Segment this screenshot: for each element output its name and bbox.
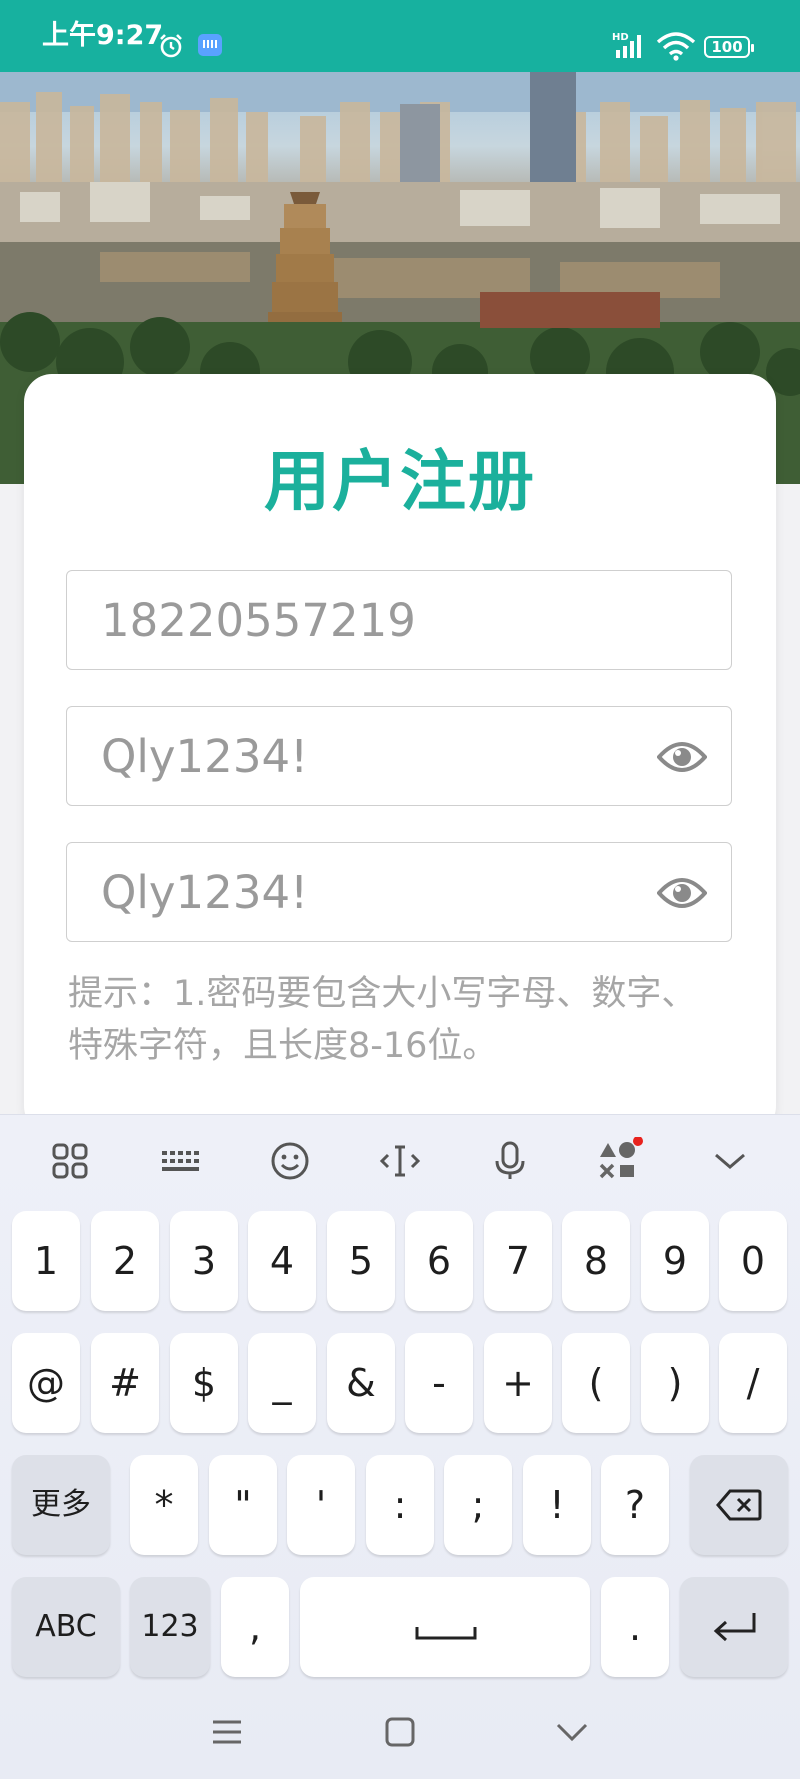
password-field[interactable]: Qly1234! xyxy=(66,706,732,806)
status-time: 上午9:27 xyxy=(42,20,164,51)
key-8[interactable]: 8 xyxy=(562,1211,630,1311)
show-password-eye-icon[interactable] xyxy=(657,737,707,777)
svg-text:HD: HD xyxy=(612,32,629,43)
phone-field[interactable]: 18220557219 xyxy=(66,570,732,670)
space-key[interactable] xyxy=(300,1577,590,1677)
signal-icon: HD xyxy=(612,32,641,58)
page-title: 用户注册 xyxy=(264,443,536,520)
key-minus[interactable]: - xyxy=(405,1333,473,1433)
key-at[interactable]: @ xyxy=(12,1333,80,1433)
key-asterisk[interactable]: * xyxy=(130,1455,198,1555)
menu-nav-icon[interactable] xyxy=(205,1710,249,1754)
battery-indicator: 100 xyxy=(704,36,754,58)
confirm-password-field[interactable]: Qly1234! xyxy=(66,842,732,942)
key-question[interactable]: ? xyxy=(601,1455,669,1555)
backspace-key[interactable] xyxy=(690,1455,788,1555)
key-1[interactable]: 1 xyxy=(12,1211,80,1311)
cursor-icon[interactable] xyxy=(376,1137,424,1185)
enter-icon xyxy=(713,1613,756,1642)
soft-keyboard: 1 2 3 4 5 6 7 8 9 0 @ # $ _ & - + ( ) / … xyxy=(0,1114,800,1779)
key-plus[interactable]: + xyxy=(484,1333,552,1433)
key-9[interactable]: 9 xyxy=(641,1211,709,1311)
key-slash[interactable]: / xyxy=(719,1333,787,1433)
key-6[interactable]: 6 xyxy=(405,1211,473,1311)
password-value: Qly1234! xyxy=(101,730,309,783)
key-comma[interactable]: , xyxy=(221,1577,289,1677)
key-period[interactable]: . xyxy=(601,1577,669,1677)
key-ampersand[interactable]: & xyxy=(327,1333,395,1433)
key-right-paren[interactable]: ) xyxy=(641,1333,709,1433)
key-2[interactable]: 2 xyxy=(91,1211,159,1311)
key-underscore[interactable]: _ xyxy=(248,1333,316,1433)
key-hash[interactable]: # xyxy=(91,1333,159,1433)
abc-key[interactable]: ABC xyxy=(12,1577,120,1677)
ai-shapes-icon[interactable] xyxy=(596,1137,644,1185)
key-5[interactable]: 5 xyxy=(327,1211,395,1311)
apps-icon[interactable] xyxy=(46,1137,94,1185)
key-4[interactable]: 4 xyxy=(248,1211,316,1311)
collapse-keyboard-icon[interactable] xyxy=(706,1137,754,1185)
phone-value: 18220557219 xyxy=(101,594,416,647)
keyboard-toolbar xyxy=(0,1115,800,1207)
alarm-icon xyxy=(160,34,182,58)
numbers-key[interactable]: 123 xyxy=(130,1577,210,1677)
key-left-paren[interactable]: ( xyxy=(562,1333,630,1433)
backspace-icon xyxy=(716,1489,762,1521)
back-nav-icon[interactable] xyxy=(550,1710,594,1754)
key-0[interactable]: 0 xyxy=(719,1211,787,1311)
key-3[interactable]: 3 xyxy=(170,1211,238,1311)
key-dollar[interactable]: $ xyxy=(170,1333,238,1433)
password-hint: 提示：1.密码要包含大小写字母、数字、特殊字符，且长度8-16位。 xyxy=(68,974,697,1066)
status-bar: 上午9:27 HD 100 xyxy=(0,0,800,72)
key-colon[interactable]: : xyxy=(366,1455,434,1555)
emoji-icon[interactable] xyxy=(266,1137,314,1185)
keyboard-notification-icon xyxy=(198,34,222,56)
microphone-icon[interactable] xyxy=(486,1137,534,1185)
key-semicolon[interactable]: ; xyxy=(444,1455,512,1555)
home-nav-icon[interactable] xyxy=(378,1710,422,1754)
key-double-quote[interactable]: " xyxy=(209,1455,277,1555)
space-icon xyxy=(415,1627,477,1640)
system-nav-bar xyxy=(0,1686,800,1778)
register-card: 用户注册 18220557219 Qly1234! Qly1234! 提示：1.… xyxy=(24,374,776,1134)
confirm-password-value: Qly1234! xyxy=(101,866,309,919)
key-7[interactable]: 7 xyxy=(484,1211,552,1311)
wifi-icon xyxy=(656,32,696,61)
enter-key[interactable] xyxy=(680,1577,788,1677)
key-single-quote[interactable]: ' xyxy=(287,1455,355,1555)
more-symbols-key[interactable]: 更多 xyxy=(12,1455,110,1555)
key-exclamation[interactable]: ! xyxy=(523,1455,591,1555)
keyboard-icon[interactable] xyxy=(156,1137,204,1185)
show-confirm-password-eye-icon[interactable] xyxy=(657,873,707,913)
